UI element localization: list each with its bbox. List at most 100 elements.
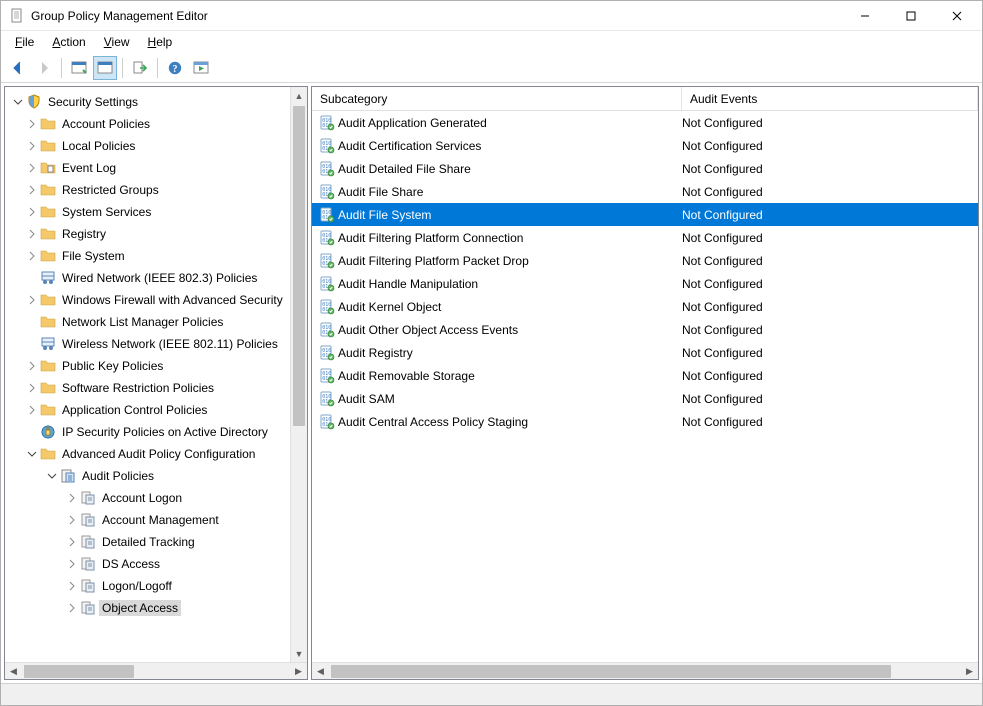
minimize-button[interactable] — [842, 1, 888, 31]
list-row[interactable]: Audit Removable StorageNot Configured — [312, 364, 978, 387]
tree-item[interactable]: Wireless Network (IEEE 802.11) Policies — [5, 333, 307, 355]
list-row[interactable]: Audit RegistryNot Configured — [312, 341, 978, 364]
scroll-down-arrow[interactable]: ▼ — [291, 645, 307, 662]
list-row[interactable]: Audit Handle ManipulationNot Configured — [312, 272, 978, 295]
menu-help[interactable]: Help — [140, 33, 181, 51]
policy-icon — [318, 322, 336, 338]
tree-item[interactable]: Local Policies — [5, 135, 307, 157]
collapse-icon[interactable] — [11, 97, 25, 107]
tree-item[interactable]: DS Access — [5, 553, 307, 575]
tree-item[interactable]: File System — [5, 245, 307, 267]
expand-icon[interactable] — [25, 361, 39, 371]
tree-item[interactable]: Detailed Tracking — [5, 531, 307, 553]
tree-item[interactable]: System Services — [5, 201, 307, 223]
expand-icon[interactable] — [65, 537, 79, 547]
tree-item[interactable]: Registry — [5, 223, 307, 245]
column-subcategory[interactable]: Subcategory — [312, 87, 682, 110]
tree-item[interactable]: Event Log — [5, 157, 307, 179]
expand-icon[interactable] — [25, 119, 39, 129]
list-row[interactable]: Audit Certification ServicesNot Configur… — [312, 134, 978, 157]
scroll-thumb[interactable] — [24, 665, 134, 678]
close-button[interactable] — [934, 1, 980, 31]
list-row[interactable]: Audit Filtering Platform ConnectionNot C… — [312, 226, 978, 249]
audit-sub-icon — [79, 600, 97, 616]
forward-button[interactable] — [32, 56, 56, 80]
tree-item[interactable]: IP Security Policies on Active Directory — [5, 421, 307, 443]
list-row[interactable]: Audit File SystemNot Configured — [312, 203, 978, 226]
tree-item-security-settings[interactable]: Security Settings — [5, 91, 307, 113]
expand-icon[interactable] — [25, 229, 39, 239]
menu-file[interactable]: File — [7, 33, 42, 51]
list-body[interactable]: Audit Application Generated Not Configure… — [312, 111, 978, 662]
list-row[interactable]: Audit Kernel ObjectNot Configured — [312, 295, 978, 318]
folder-icon — [39, 182, 57, 198]
tree-item[interactable]: Account Policies — [5, 113, 307, 135]
expand-icon[interactable] — [25, 295, 39, 305]
audit-sub-icon — [79, 534, 97, 550]
list-row[interactable]: Audit Central Access Policy StagingNot C… — [312, 410, 978, 433]
column-audit-events[interactable]: Audit Events — [682, 87, 978, 110]
show-hide-console-tree-button[interactable] — [67, 56, 91, 80]
list-row[interactable]: Audit Other Object Access EventsNot Conf… — [312, 318, 978, 341]
audit-icon — [59, 468, 77, 484]
list-row[interactable]: Audit Application GeneratedNot Configure… — [312, 111, 978, 134]
scroll-right-arrow[interactable]: ▶ — [290, 663, 307, 680]
expand-icon[interactable] — [65, 581, 79, 591]
expand-icon[interactable] — [25, 405, 39, 415]
collapse-icon[interactable] — [25, 449, 39, 459]
expand-icon[interactable] — [25, 141, 39, 151]
tree-label: Logon/Logoff — [99, 578, 175, 594]
subcategory-text: Audit Central Access Policy Staging — [338, 415, 528, 429]
list-row[interactable]: Audit Detailed File ShareNot Configured — [312, 157, 978, 180]
expand-icon[interactable] — [25, 251, 39, 261]
scroll-left-arrow[interactable]: ◀ — [312, 663, 329, 680]
audit-events-text: Not Configured — [682, 208, 978, 222]
tree-horizontal-scrollbar[interactable]: ◀ ▶ — [5, 662, 307, 679]
scroll-up-arrow[interactable]: ▲ — [291, 87, 307, 104]
tree-item[interactable]: Restricted Groups — [5, 179, 307, 201]
scroll-left-arrow[interactable]: ◀ — [5, 663, 22, 680]
collapse-icon[interactable] — [45, 471, 59, 481]
tree-view[interactable]: Security Settings Account PoliciesLocal … — [5, 87, 307, 662]
list-horizontal-scrollbar[interactable]: ◀ ▶ — [312, 662, 978, 679]
action-button[interactable] — [189, 56, 213, 80]
expand-icon[interactable] — [65, 559, 79, 569]
audit-events-text: Not Configured — [682, 369, 978, 383]
tree-item[interactable]: Advanced Audit Policy Configuration — [5, 443, 307, 465]
expand-icon[interactable] — [25, 163, 39, 173]
list-row[interactable]: Audit Filtering Platform Packet DropNot … — [312, 249, 978, 272]
expand-icon[interactable] — [65, 603, 79, 613]
menu-action[interactable]: Action — [44, 33, 93, 51]
tree-item[interactable]: Account Logon — [5, 487, 307, 509]
scroll-thumb[interactable] — [331, 665, 891, 678]
expand-icon[interactable] — [25, 207, 39, 217]
scroll-right-arrow[interactable]: ▶ — [961, 663, 978, 680]
tree-item[interactable]: Wired Network (IEEE 802.3) Policies — [5, 267, 307, 289]
tree-item[interactable]: Logon/Logoff — [5, 575, 307, 597]
properties-button[interactable] — [93, 56, 117, 80]
tree-item[interactable]: Software Restriction Policies — [5, 377, 307, 399]
tree-item[interactable]: Account Management — [5, 509, 307, 531]
expand-icon[interactable] — [65, 493, 79, 503]
tree-item[interactable]: Audit Policies — [5, 465, 307, 487]
tree-label: File System — [59, 248, 128, 264]
expand-icon[interactable] — [65, 515, 79, 525]
subcategory-text: Audit Application Generated — [338, 116, 487, 130]
tree-item[interactable]: Object Access — [5, 597, 307, 619]
tree-vertical-scrollbar[interactable]: ▲ ▼ — [290, 87, 307, 662]
folder-doc-icon — [39, 160, 57, 176]
scroll-thumb[interactable] — [293, 106, 305, 426]
menu-view[interactable]: View — [96, 33, 138, 51]
help-button[interactable] — [163, 56, 187, 80]
back-button[interactable] — [6, 56, 30, 80]
tree-item[interactable]: Application Control Policies — [5, 399, 307, 421]
export-list-button[interactable] — [128, 56, 152, 80]
expand-icon[interactable] — [25, 185, 39, 195]
list-row[interactable]: Audit File ShareNot Configured — [312, 180, 978, 203]
tree-item[interactable]: Network List Manager Policies — [5, 311, 307, 333]
expand-icon[interactable] — [25, 383, 39, 393]
list-row[interactable]: Audit SAMNot Configured — [312, 387, 978, 410]
maximize-button[interactable] — [888, 1, 934, 31]
tree-item[interactable]: Public Key Policies — [5, 355, 307, 377]
tree-item[interactable]: Windows Firewall with Advanced Security — [5, 289, 307, 311]
